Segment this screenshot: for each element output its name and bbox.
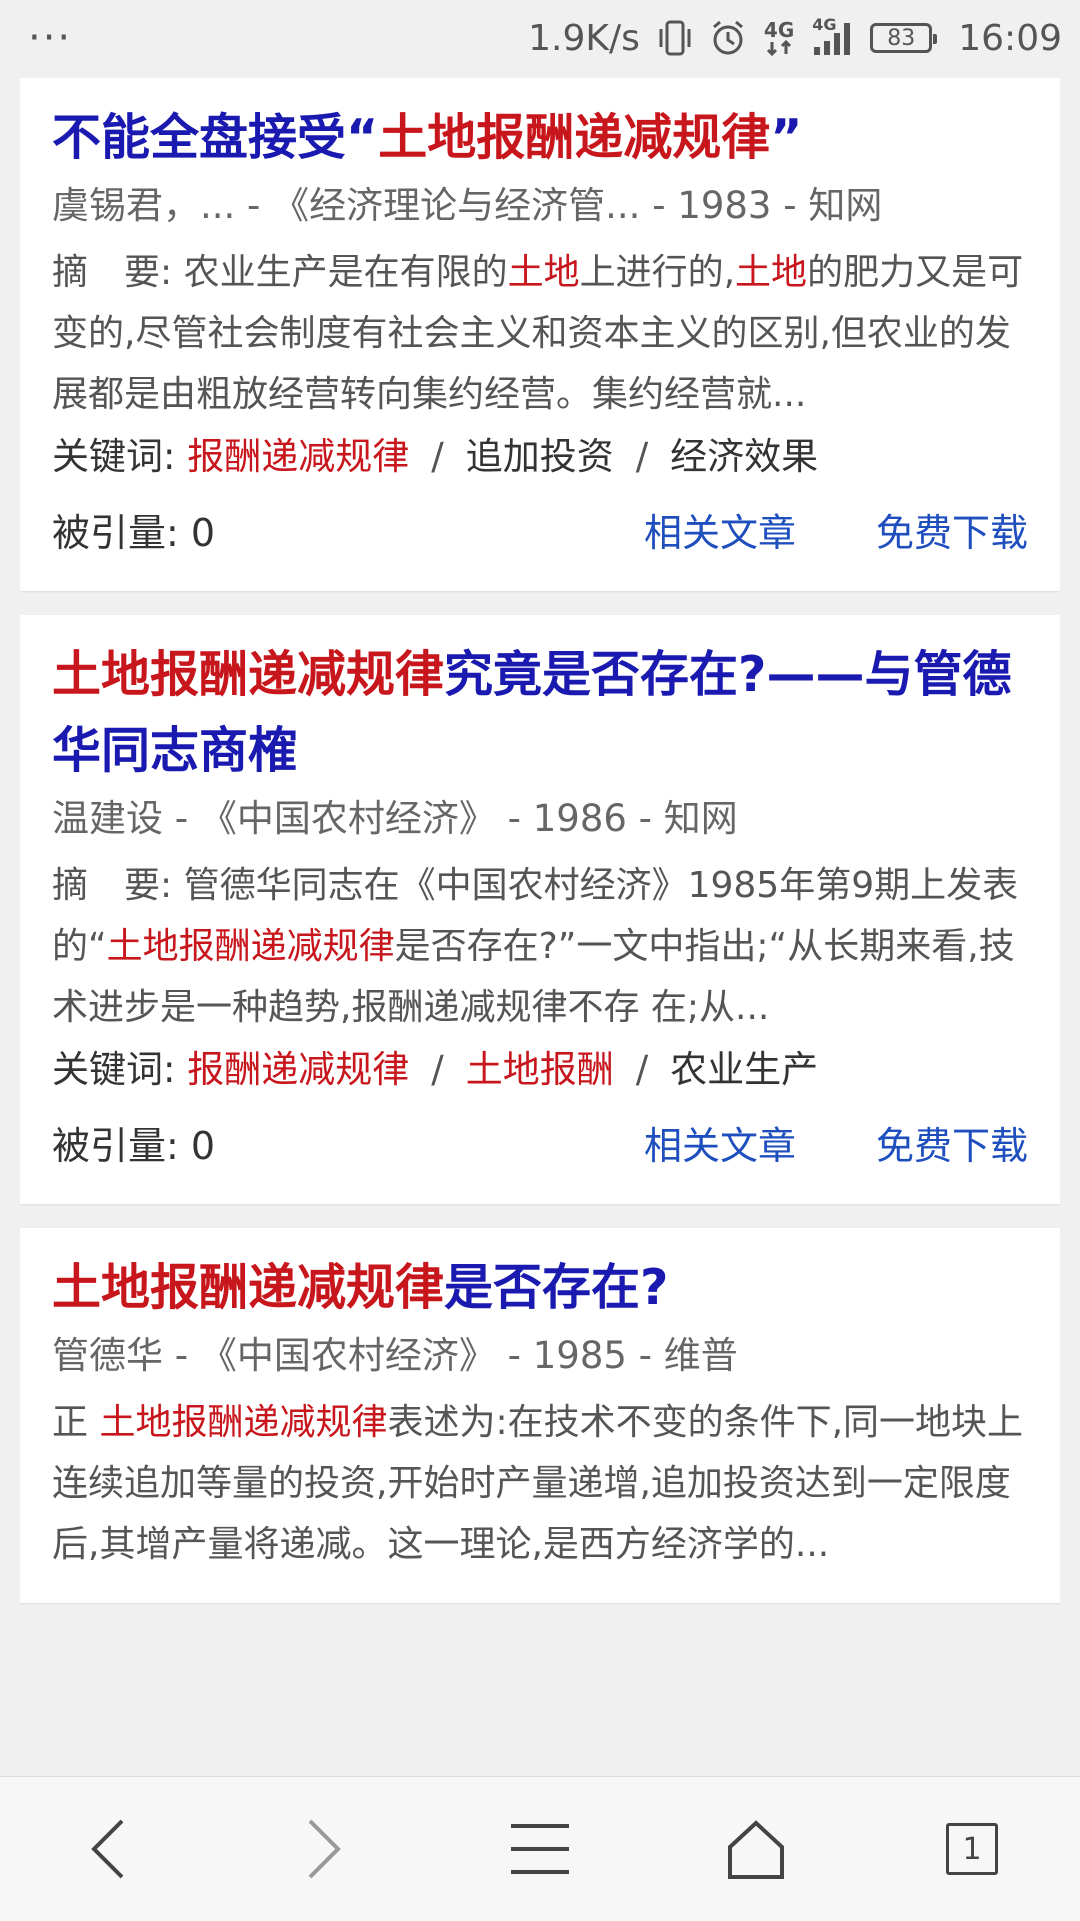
forward-arrow-icon	[308, 1819, 341, 1879]
keyword-link[interactable]: 报酬递减规律	[187, 1048, 409, 1091]
free-download-link[interactable]: 免费下载	[876, 1116, 1028, 1176]
alarm-icon	[710, 19, 746, 57]
result-keywords: 关键词: 报酬递减规律 / 追加投资 / 经济效果	[52, 435, 819, 478]
result-abstract: 摘 要: 农业生产是在有限的土地上进行的,土地的肥力又是可变的,尽管社会制度有社…	[52, 252, 1024, 415]
result-title-link[interactable]: 土地报酬递减规律究竟是否存在?——与管德华同志商榷	[52, 637, 1028, 789]
battery-indicator: 83	[870, 23, 938, 53]
related-articles-link[interactable]: 相关文章	[644, 1116, 796, 1176]
back-button[interactable]	[38, 1794, 178, 1904]
result-actions: 被引量: 0 相关文章 免费下载	[52, 1116, 1028, 1176]
menu-button[interactable]	[470, 1794, 610, 1904]
citation-count: 被引量: 0	[52, 1124, 216, 1168]
home-button[interactable]	[686, 1794, 826, 1904]
keyword-link[interactable]: 经济效果	[670, 435, 818, 478]
forward-button[interactable]	[254, 1794, 394, 1904]
result-abstract: 正 土地报酬递减规律表述为:在技术不变的条件下,同一地块上连续追加等量的投资,开…	[52, 1402, 1024, 1565]
result-meta: 管德华 - 《中国农村经济》 - 1985 - 维普	[52, 1334, 738, 1377]
result-card: 土地报酬递减规律究竟是否存在?——与管德华同志商榷 温建设 - 《中国农村经济》…	[20, 615, 1060, 1204]
network-4g-icon: 4G	[764, 20, 794, 56]
home-icon	[728, 1820, 784, 1879]
tab-count-badge: 1	[946, 1823, 998, 1875]
result-title-link[interactable]: 不能全盘接受“土地报酬递减规律”	[52, 100, 1028, 176]
browser-toolbar: 1	[0, 1776, 1080, 1921]
keyword-link[interactable]: 追加投资	[466, 435, 614, 478]
result-abstract: 摘 要: 管德华同志在《中国农村经济》1985年第9期上发表的“土地报酬递减规律…	[52, 865, 1019, 1028]
keyword-link[interactable]: 土地报酬	[466, 1048, 614, 1091]
related-articles-link[interactable]: 相关文章	[644, 503, 796, 563]
result-card: 不能全盘接受“土地报酬递减规律” 虞锡君，... - 《经济理论与经济管... …	[20, 78, 1060, 591]
free-download-link[interactable]: 免费下载	[876, 503, 1028, 563]
results-list[interactable]: 不能全盘接受“土地报酬递减规律” 虞锡君，... - 《经济理论与经济管... …	[20, 78, 1060, 1778]
result-meta: 虞锡君，... - 《经济理论与经济管... - 1983 - 知网	[52, 184, 883, 227]
status-bar: ··· 1.9K/s 4G 4G 83 16:09	[0, 0, 1080, 76]
result-meta: 温建设 - 《中国农村经济》 - 1986 - 知网	[52, 797, 738, 840]
result-keywords: 关键词: 报酬递减规律 / 土地报酬 / 农业生产	[52, 1048, 819, 1091]
back-arrow-icon	[91, 1819, 124, 1879]
result-actions: 被引量: 0 相关文章 免费下载	[52, 503, 1028, 563]
menu-icon	[511, 1824, 569, 1874]
signal-icon: 4G	[812, 15, 852, 57]
citation-count: 被引量: 0	[52, 511, 216, 555]
network-speed: 1.9K/s	[528, 17, 640, 59]
clock: 16:09	[958, 17, 1062, 59]
result-title-link[interactable]: 土地报酬递减规律是否存在?	[52, 1250, 1028, 1326]
status-menu-dots: ···	[28, 15, 73, 61]
tabs-button[interactable]: 1	[902, 1794, 1042, 1904]
status-indicators: 1.9K/s 4G 4G 83 16:09	[528, 15, 1062, 59]
keyword-link[interactable]: 农业生产	[670, 1048, 818, 1091]
keyword-link[interactable]: 报酬递减规律	[187, 435, 409, 478]
result-card: 土地报酬递减规律是否存在? 管德华 - 《中国农村经济》 - 1985 - 维普…	[20, 1228, 1060, 1603]
vibrate-icon	[658, 19, 692, 57]
